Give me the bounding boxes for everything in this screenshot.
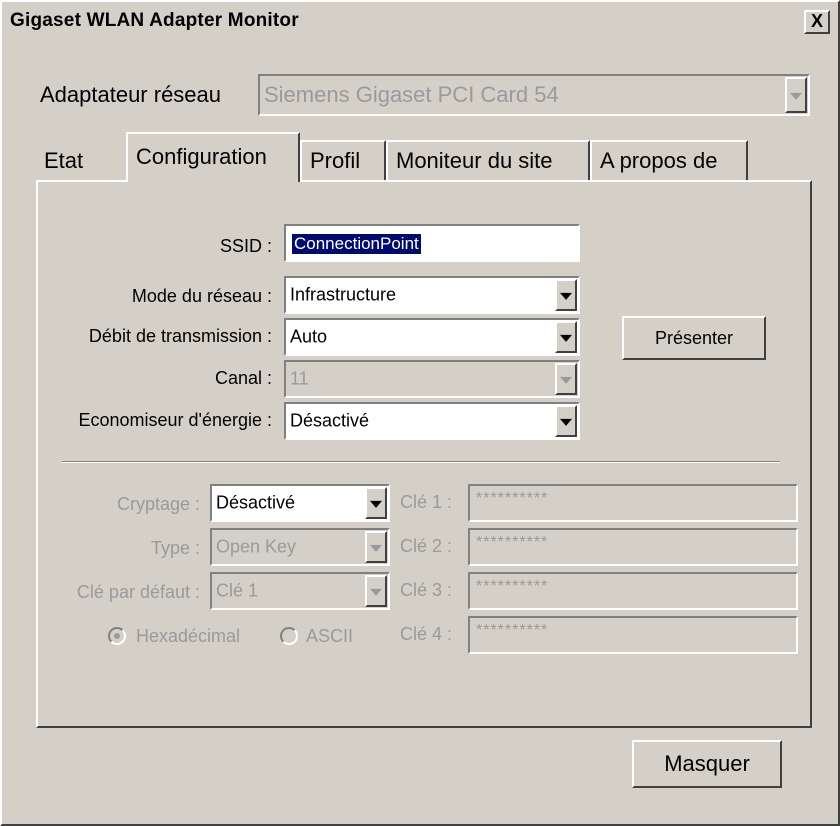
channel-select-value: 11 [290,368,309,389]
chevron-down-icon[interactable] [555,363,577,395]
key2-input[interactable]: ********** [468,528,798,566]
chevron-down-icon[interactable] [555,279,577,311]
hex-radio[interactable] [108,627,126,645]
key1-input[interactable]: ********** [468,484,798,522]
default-key-select-value: Clé 1 [216,580,259,601]
app-window: Gigaset WLAN Adapter Monitor X Adaptateu… [0,0,840,826]
tab-moniteur[interactable]: Moniteur du site [386,140,590,182]
rate-select-value: Auto [290,326,328,347]
key4-value: ********** [476,622,549,639]
tab-apropos-label: A propos de [600,148,718,173]
channel-label: Canal : [214,368,272,388]
key2-value: ********** [476,534,549,551]
ssid-label: SSID : [219,236,272,256]
close-button[interactable]: X [804,10,830,34]
type-select-value: Open Key [216,536,297,557]
chevron-down-icon[interactable] [555,321,577,353]
chevron-down-icon[interactable] [365,575,387,607]
mode-select[interactable]: Infrastructure [284,276,580,314]
adapter-select[interactable]: Siemens Gigaset PCI Card 54 [258,74,810,116]
key3-input[interactable]: ********** [468,572,798,610]
ssid-value: ConnectionPoint [292,234,421,254]
crypt-select[interactable]: Désactivé [210,484,390,522]
ascii-radio[interactable] [280,627,298,645]
channel-select[interactable]: 11 [284,360,580,398]
tab-profil-label: Profil [310,148,361,173]
tab-moniteur-label: Moniteur du site [396,148,553,173]
present-button[interactable]: Présenter [622,316,766,360]
key1-label: Clé 1 : [400,492,453,512]
adapter-select-value: Siemens Gigaset PCI Card 54 [264,82,559,107]
default-key-select[interactable]: Clé 1 [210,572,390,610]
key2-label: Clé 2 : [400,536,453,556]
key4-label: Clé 4 : [400,624,453,644]
mode-label: Mode du réseau : [131,286,272,306]
hide-button[interactable]: Masquer [632,740,782,788]
key3-value: ********** [476,578,549,595]
key3-label: Clé 3 : [400,580,453,600]
close-icon: X [810,11,823,31]
tab-apropos[interactable]: A propos de [590,140,748,182]
key4-input[interactable]: ********** [468,616,798,654]
type-select[interactable]: Open Key [210,528,390,566]
tab-etat-label: Etat [44,148,84,173]
title-bar: Gigaset WLAN Adapter Monitor X [4,4,836,40]
tab-profil[interactable]: Profil [300,140,386,182]
window-title: Gigaset WLAN Adapter Monitor [10,10,299,31]
mode-select-value: Infrastructure [290,284,397,305]
chevron-down-icon[interactable] [365,487,387,519]
separator [62,461,780,463]
chevron-down-icon[interactable] [365,531,387,563]
rate-label: Débit de transmission : [88,326,272,346]
tab-configuration[interactable]: Configuration [126,132,300,182]
chevron-down-icon[interactable] [785,77,807,113]
crypt-select-value: Désactivé [216,492,296,513]
rate-select[interactable]: Auto [284,318,580,356]
power-label: Economiseur d'énergie : [78,410,272,430]
power-select-value: Désactivé [290,410,370,431]
hex-label: Hexadécimal [136,626,241,646]
default-key-label: Clé par défaut : [76,582,200,602]
key1-value: ********** [476,490,549,507]
present-button-label: Présenter [654,327,734,348]
ssid-input[interactable]: ConnectionPoint [284,224,580,262]
chevron-down-icon[interactable] [555,405,577,437]
adapter-label: Adaptateur réseau [40,82,222,107]
hide-button-label: Masquer [664,751,750,776]
tab-configuration-label: Configuration [136,144,267,169]
type-label: Type : [150,538,200,558]
ascii-label: ASCII [306,626,354,646]
crypt-label: Cryptage : [116,494,200,514]
power-select[interactable]: Désactivé [284,402,580,440]
tab-etat[interactable]: Etat [36,140,128,182]
